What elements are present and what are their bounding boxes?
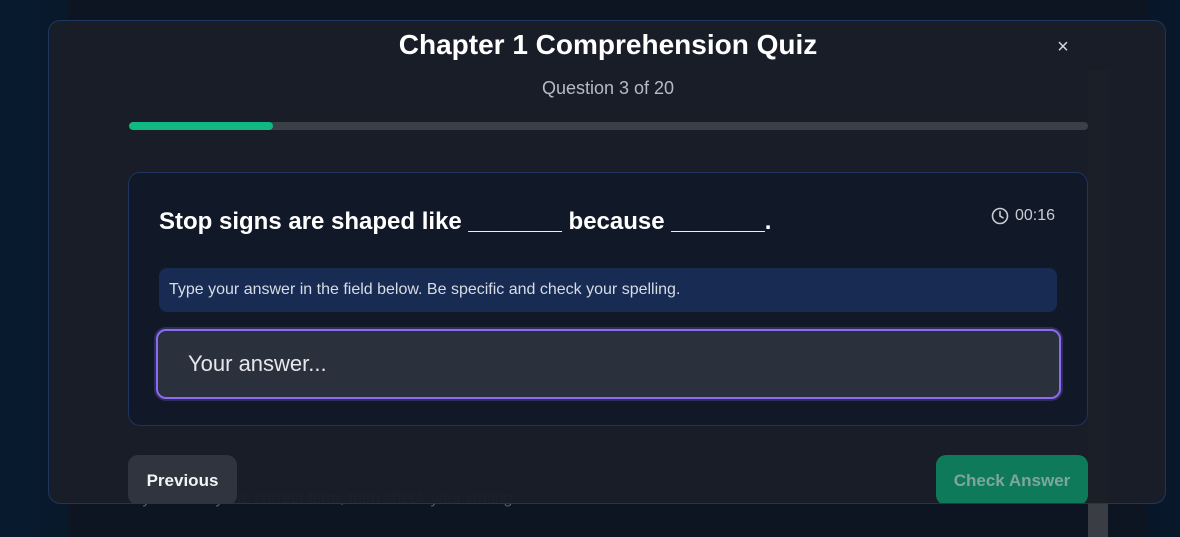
progress-bar [129,122,1088,130]
previous-button[interactable]: Previous [128,455,237,503]
progress-bar-fill [129,122,273,130]
quiz-title: Chapter 1 Comprehension Quiz [398,29,818,60]
question-text: Stop signs are shaped like _______ becau… [159,208,772,235]
question-counter: Question 3 of 20 [541,78,675,98]
answer-input[interactable] [156,329,1061,399]
question-card: Stop signs are shaped like _______ becau… [128,172,1088,426]
timer: 00:16 [991,206,1055,226]
instruction-hint: Type your answer in the field below. Be … [159,268,1057,312]
quiz-modal: Chapter 1 Comprehension Quiz × Question … [48,20,1166,504]
check-answer-button[interactable]: Check Answer [936,455,1088,503]
close-icon[interactable]: × [1049,33,1077,61]
timer-value: 00:16 [1015,207,1056,224]
clock-icon [991,207,1009,225]
